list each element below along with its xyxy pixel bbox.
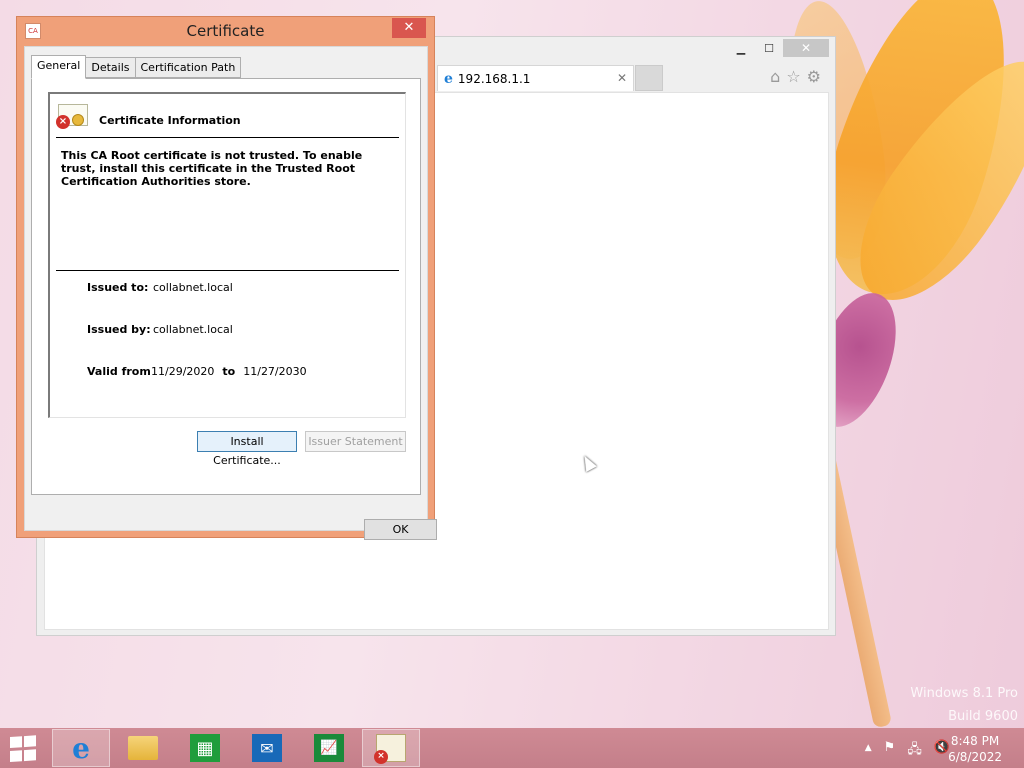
taskbar-file-explorer[interactable] — [114, 729, 172, 767]
browser-toolbar: ⌂ ☆ ⚙ — [770, 67, 821, 86]
issued-by-label: Issued by: — [87, 323, 151, 336]
dialog-tabs: General Details Certification Path — [31, 55, 242, 79]
divider — [56, 270, 399, 271]
install-certificate-button[interactable]: Install Certificate... — [197, 431, 297, 467]
issued-to-value: collabnet.local — [153, 281, 233, 294]
favorites-icon[interactable]: ☆ — [786, 67, 800, 86]
system-tray: ▲ ⚑ 🖧 🔇 — [865, 740, 950, 762]
os-watermark-build: Build 9600 — [948, 709, 1018, 724]
network-icon[interactable]: 🖧 — [907, 740, 922, 762]
taskbar-internet-explorer[interactable]: e — [52, 729, 110, 767]
validity-row: Valid from 11/29/2020 to 11/27/2030 — [87, 365, 307, 378]
browser-tab[interactable]: e 192.168.1.1 ✕ — [437, 65, 634, 91]
dialog-body: General Details Certification Path × Cer… — [24, 46, 437, 540]
untrusted-certificate-icon: × — [56, 102, 88, 130]
finance-chart-icon: 📈 — [314, 734, 344, 762]
action-center-flag-icon[interactable]: ⚑ — [884, 740, 896, 762]
folder-icon — [128, 736, 158, 760]
valid-from-label: Valid from — [87, 365, 151, 378]
error-x-icon: × — [374, 750, 388, 764]
taskbar-finance[interactable]: 📈 — [300, 729, 358, 767]
issued-to-label: Issued to: — [87, 281, 149, 294]
clock[interactable]: 8:48 PM 6/8/2022 — [948, 733, 1002, 765]
certificate-info-heading: Certificate Information — [99, 114, 241, 127]
valid-to-value: 11/27/2030 — [243, 365, 307, 378]
maximize-button[interactable]: ☐ — [755, 39, 783, 57]
tab-close-icon[interactable]: ✕ — [617, 71, 627, 85]
settings-gear-icon[interactable]: ⚙ — [807, 67, 821, 86]
new-tab-button[interactable] — [635, 65, 663, 91]
ok-button[interactable]: OK — [364, 519, 437, 540]
home-icon[interactable]: ⌂ — [770, 67, 780, 86]
taskbar-store[interactable]: ▦ — [176, 729, 234, 767]
taskbar-certificate[interactable]: × — [362, 729, 420, 767]
show-hidden-icons-icon[interactable]: ▲ — [865, 740, 872, 762]
window-controls: ▁ ☐ ✕ — [727, 39, 829, 57]
dialog-close-button[interactable]: ✕ — [392, 18, 426, 38]
issued-by-value: collabnet.local — [153, 323, 233, 336]
browser-close-button[interactable]: ✕ — [783, 39, 829, 57]
tab-certification-path[interactable]: Certification Path — [134, 57, 242, 78]
os-watermark-edition: Windows 8.1 Pro — [910, 686, 1018, 701]
start-button[interactable] — [10, 735, 40, 763]
clock-time: 8:48 PM — [950, 734, 1000, 748]
clock-date: 6/8/2022 — [948, 750, 1002, 764]
store-icon: ▦ — [190, 734, 220, 762]
general-tab-panel: × Certificate Information This CA Root c… — [31, 78, 421, 495]
issued-to-row: Issued to: collabnet.local — [87, 281, 233, 294]
certificate-dialog: CA Certificate ✕ General Details Certifi… — [16, 16, 437, 540]
taskbar-mail[interactable]: ✉ — [238, 729, 296, 767]
internet-explorer-icon: e — [72, 731, 90, 765]
browser-tab-title: 192.168.1.1 — [457, 71, 531, 86]
minimize-button[interactable]: ▁ — [727, 39, 755, 57]
ie-tab-icon: e — [444, 70, 453, 87]
certificate-icon: × — [374, 734, 406, 764]
mail-icon: ✉ — [252, 734, 282, 762]
valid-to-label: to — [222, 365, 236, 378]
divider — [56, 137, 399, 138]
valid-from-value: 11/29/2020 — [151, 365, 215, 378]
trust-warning-text: This CA Root certificate is not trusted.… — [61, 149, 363, 188]
taskbar: e ▦ ✉ 📈 × ▲ ⚑ 🖧 🔇 8:48 PM 6/8/2022 — [0, 728, 1024, 768]
tab-general[interactable]: General — [31, 55, 87, 79]
issuer-statement-button[interactable]: Issuer Statement — [305, 431, 406, 452]
tab-details[interactable]: Details — [85, 57, 136, 78]
issued-by-row: Issued by: collabnet.local — [87, 323, 233, 336]
dialog-title: Certificate — [186, 22, 265, 40]
certificate-info-box: × Certificate Information This CA Root c… — [48, 92, 406, 418]
error-x-icon: × — [56, 115, 70, 129]
